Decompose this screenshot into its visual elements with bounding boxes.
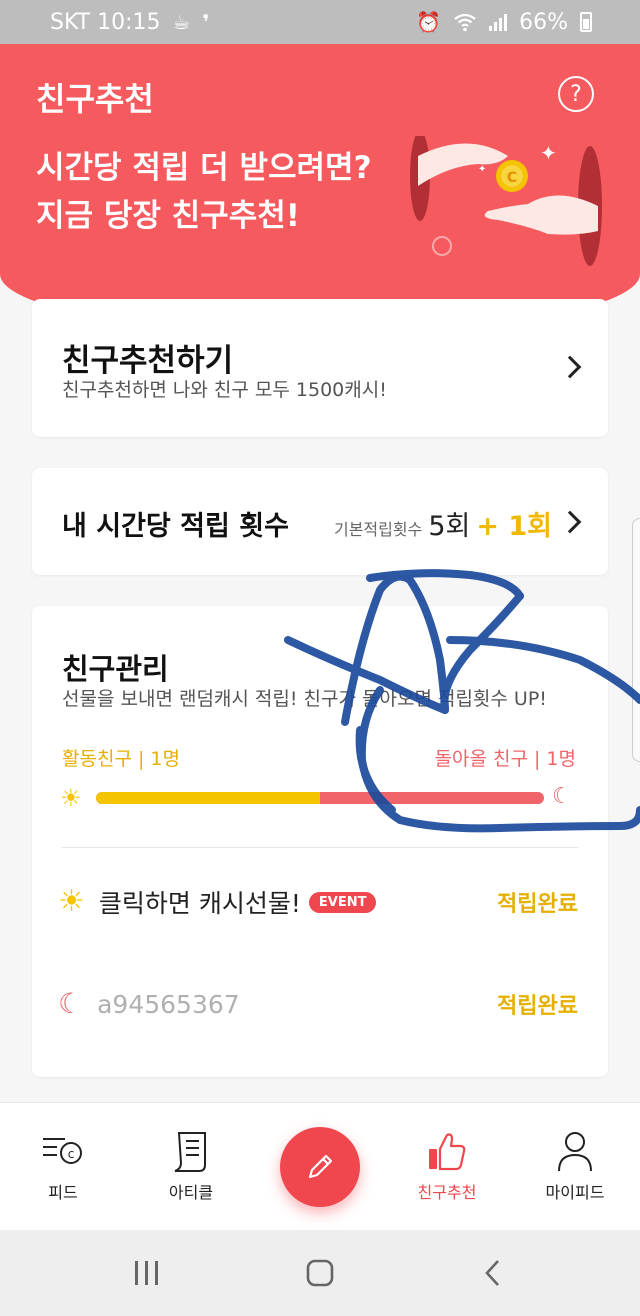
wifi-icon [454,13,476,32]
moon-sleep-icon: ☾ [552,784,572,809]
battery-percent: 66% [519,9,568,35]
friend-status[interactable]: 적립완료 [497,988,578,1020]
pencil-icon [308,1154,333,1179]
sun-icon: ☀ [58,884,85,919]
nav-myfeed-label: 마이피드 [545,1183,605,1202]
divider [62,847,578,848]
recommend-title: 친구추천하기 [62,343,234,379]
nav-myfeed[interactable]: 마이피드 [520,1129,630,1203]
feed-icon: c [43,1138,82,1164]
friend-row[interactable]: ☾ a94565367 적립완료 [58,984,578,1024]
coffee-icon: ☕ [172,10,191,34]
bottom-nav: c 피드 아티클 친구추천 마이피드 [0,1102,640,1230]
back-icon [485,1260,500,1286]
friend-id: a94565367 [97,989,240,1019]
friend-management-card: 친구관리 선물을 보내면 랜덤캐시 적립! 친구가 돌아오면 적립횟수 UP! … [32,606,608,1077]
help-icon[interactable]: ? [558,76,594,112]
recent-apps-icon [134,1261,158,1285]
headline: 시간당 적립 더 받으려면? 지금 당장 친구추천! [36,144,372,240]
recent-apps-button[interactable] [127,1253,167,1293]
home-button[interactable] [300,1253,340,1293]
signal-icon [489,13,508,31]
header-banner: 친구추천 ? 시간당 적립 더 받으려면? 지금 당장 친구추천! C ✦ ✦ [0,44,640,334]
coin-letter: C [507,170,517,186]
write-button[interactable] [280,1127,360,1207]
chevron-right-icon [558,355,582,379]
carrier-time: SKT 10:15 [50,9,161,35]
active-friends-fill [96,792,320,804]
help-icon-glyph: ? [570,81,582,107]
recommend-friend-card[interactable]: 친구추천하기 친구추천하면 나와 친구 모두 1500캐시! [32,299,608,437]
nav-article[interactable]: 아티클 [136,1129,246,1203]
base-count-value: 5회 [428,511,471,542]
gift-row[interactable]: ☀ 클릭하면 캐시선물! EVENT 적립완료 [58,882,578,922]
comma-icon: ❜ [202,10,210,34]
friends-ratio-bar [96,792,544,804]
home-icon [306,1259,334,1287]
returning-friends-label: 돌아올 친구 | 1명 [434,748,577,770]
friend-management-title: 친구관리 [62,652,169,686]
system-nav-bar [0,1230,640,1316]
bonus-count-value: + 1회 [476,511,552,542]
page-title: 친구추천 [36,80,154,118]
count-values: 기본적립횟수 5회 + 1회 [334,504,552,543]
article-icon [174,1132,206,1172]
recommend-subtitle: 친구추천하면 나와 친구 모두 1500캐시! [62,379,387,401]
friend-management-subtitle: 선물을 보내면 랜덤캐시 적립! 친구가 돌아오면 적립횟수 UP! [62,688,547,710]
hourly-count-title: 내 시간당 적립 횟수 [62,511,289,542]
chevron-right-icon [558,510,582,534]
svg-text:✦: ✦ [478,164,486,175]
nav-feed[interactable]: c 피드 [8,1129,118,1203]
alarm-icon: ⏰ [416,10,442,34]
svg-text:✦: ✦ [540,141,557,165]
gift-status[interactable]: 적립완료 [497,886,578,918]
status-right: ⏰ 66% [416,10,592,35]
headline-line-1: 시간당 적립 더 받으려면? [36,150,372,186]
sun-icon: ☀ [60,784,82,812]
base-count-label: 기본적립횟수 [333,520,423,539]
hourly-count-card[interactable]: 내 시간당 적립 횟수 기본적립횟수 5회 + 1회 [32,468,608,575]
gift-text: 클릭하면 캐시선물! [98,889,301,918]
thumbs-up-icon [429,1133,466,1171]
status-left: SKT 10:15 ☕ ❜ [50,10,209,35]
nav-feed-label: 피드 [48,1183,78,1202]
active-friends-label: 활동친구 | 1명 [62,748,180,770]
event-badge: EVENT [308,891,377,913]
status-bar: SKT 10:15 ☕ ❜ ⏰ 66% [0,0,640,44]
hands-coin-illustration: C ✦ ✦ [410,136,602,266]
svg-text:c: c [68,1147,75,1161]
nav-recommend[interactable]: 친구추천 [392,1129,502,1203]
battery-icon [580,12,592,32]
scrollbar[interactable] [632,518,640,762]
user-icon [558,1132,592,1172]
moon-sleep-icon: ☾ [58,987,84,1020]
back-button[interactable] [473,1253,513,1293]
headline-line-2: 지금 당장 친구추천! [36,198,300,234]
nav-recommend-label: 친구추천 [417,1183,477,1202]
nav-article-label: 아티클 [168,1183,214,1202]
